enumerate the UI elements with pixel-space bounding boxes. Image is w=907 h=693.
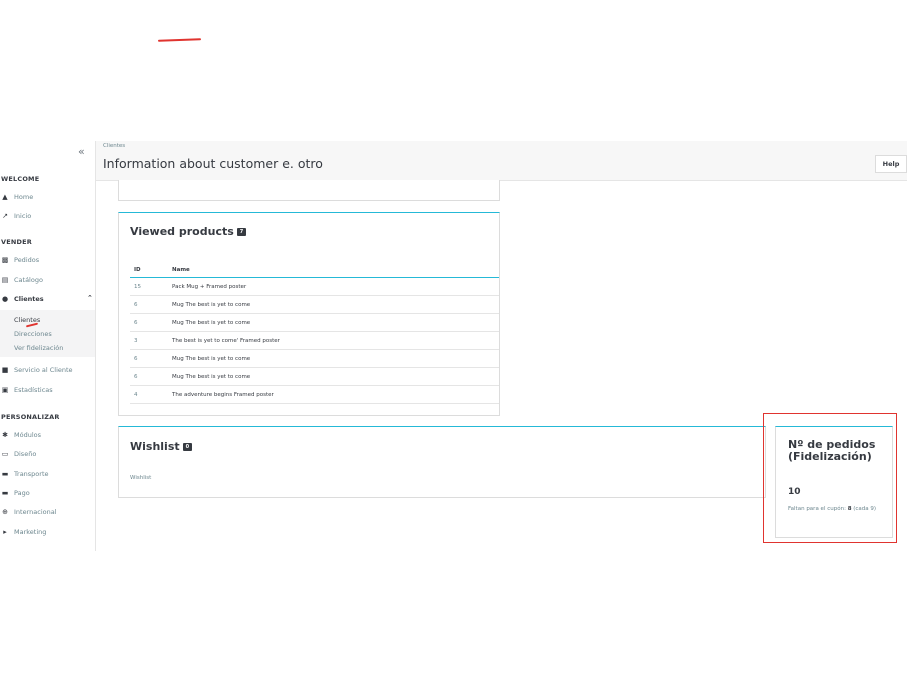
breadcrumb[interactable]: Clientes: [103, 143, 125, 149]
page-title: Information about customer e. otro: [103, 156, 323, 171]
chevron-up-icon: ⌃: [87, 294, 93, 302]
wishlist-title: Wishlist 0: [130, 440, 193, 453]
sidebar-item-label: Pago: [14, 489, 30, 497]
globe-icon: ⊕: [2, 508, 8, 516]
sidebar-item-home[interactable]: ▲ Home: [1, 190, 95, 204]
row-product-name[interactable]: Pack Mug + Framed poster: [171, 277, 499, 296]
row-id: 15: [130, 277, 171, 296]
sidebar-item-internacional[interactable]: ⊕ Internacional: [1, 505, 95, 519]
row-product-name[interactable]: Mug The best is yet to come: [171, 367, 499, 386]
table-row: 6 Mug The best is yet to come: [130, 313, 499, 332]
row-product-name[interactable]: Mug The best is yet to come: [171, 295, 499, 314]
row-product-name[interactable]: The best is yet to come' Framed poster: [171, 331, 499, 350]
sidebar-item-label: Transporte: [14, 470, 49, 478]
chat-icon: ■: [1, 366, 9, 374]
page-header: Clientes Information about customer e. o…: [96, 141, 907, 181]
row-id: 6: [130, 367, 171, 386]
submenu-item-fidelizacion[interactable]: Ver fidelización: [14, 344, 63, 352]
sidebar-item-label: Servicio al Cliente: [14, 366, 73, 374]
sidebar: « WELCOME ▲ Home ↗ Inicio VENDER ▩ Pedid…: [0, 141, 96, 551]
campaign-icon: ▸: [3, 528, 7, 536]
row-id: 6: [130, 349, 171, 368]
sidebar-item-label: Home: [14, 193, 34, 201]
account-circle-icon: ●: [1, 295, 9, 303]
sidebar-item-inicio[interactable]: ↗ Inicio: [1, 209, 95, 223]
sidebar-item-estadisticas[interactable]: ▣ Estadísticas: [1, 383, 95, 397]
column-header-id: ID: [130, 263, 171, 278]
sidebar-item-servicio[interactable]: ■ Servicio al Cliente: [1, 363, 95, 377]
row-id: 3: [130, 331, 171, 350]
submenu-item-direcciones[interactable]: Direcciones: [14, 330, 52, 338]
row-product-name[interactable]: The adventure begins Framed poster: [171, 385, 499, 404]
credit-card-icon: ▬: [1, 489, 9, 497]
table-row: 15 Pack Mug + Framed poster: [130, 277, 499, 296]
collapse-sidebar-button[interactable]: «: [78, 145, 85, 158]
row-id: 6: [130, 313, 171, 332]
previous-card: [118, 180, 500, 201]
sidebar-item-label: Diseño: [14, 450, 37, 458]
sidebar-item-marketing[interactable]: ▸ Marketing: [1, 525, 95, 539]
section-personalizar: PERSONALIZAR: [1, 413, 60, 421]
sidebar-item-label: Estadísticas: [14, 386, 53, 394]
help-button[interactable]: Help: [875, 155, 907, 173]
sidebar-item-catalogo[interactable]: ▤ Catálogo: [1, 273, 95, 287]
sidebar-item-clientes[interactable]: ● Clientes ⌃: [1, 292, 95, 306]
wishlist-card: Wishlist 0 Wishlist: [118, 426, 766, 498]
table-header-row: ID Name: [130, 263, 499, 278]
trending-up-icon: ↗: [2, 212, 8, 220]
row-product-name[interactable]: Mug The best is yet to come: [171, 349, 499, 368]
table-row: 4 The adventure begins Framed poster: [130, 385, 499, 404]
sidebar-item-label: Inicio: [14, 212, 32, 220]
home-icon: ▲: [2, 193, 8, 201]
section-welcome: WELCOME: [1, 175, 40, 183]
sidebar-item-label: Módulos: [14, 431, 41, 439]
wishlist-count-badge: 0: [182, 443, 193, 451]
row-id: 4: [130, 385, 171, 404]
viewed-products-count-badge: 7: [236, 228, 247, 236]
row-id: 6: [130, 295, 171, 314]
sidebar-item-label: Internacional: [14, 508, 57, 516]
viewed-products-title: Viewed products 7: [130, 225, 247, 238]
bar-chart-icon: ▣: [1, 386, 9, 394]
wishlist-title-text: Wishlist: [130, 440, 180, 453]
sidebar-item-label: Marketing: [14, 528, 47, 536]
sidebar-item-pedidos[interactable]: ▩ Pedidos: [1, 253, 95, 267]
truck-icon: ▬: [1, 470, 9, 478]
viewed-products-table: ID Name 15 Pack Mug + Framed poster 6 Mug …: [130, 263, 499, 404]
clientes-submenu: Clientes Direcciones Ver fidelización: [0, 310, 95, 357]
section-vender: VENDER: [1, 238, 32, 246]
desktop-icon: ▭: [1, 450, 9, 458]
sidebar-item-label: Clientes: [14, 295, 44, 303]
table-row: 6 Mug The best is yet to come: [130, 367, 499, 386]
store-icon: ▤: [1, 276, 9, 284]
sidebar-item-modulos[interactable]: ✱ Módulos: [1, 428, 95, 442]
wishlist-empty-text: Wishlist: [130, 475, 152, 481]
sidebar-item-label: Catálogo: [14, 276, 43, 284]
viewed-products-card: Viewed products 7 ID Name 15 Pack Mug + Fr…: [118, 212, 500, 416]
column-header-name: Name: [171, 263, 499, 278]
puzzle-icon: ✱: [2, 431, 8, 439]
row-product-name[interactable]: Mug The best is yet to come: [171, 313, 499, 332]
sidebar-item-pago[interactable]: ▬ Pago: [1, 486, 95, 500]
sidebar-item-label: Pedidos: [14, 256, 40, 264]
annotation-highlight-box: [763, 413, 897, 543]
sidebar-item-diseno[interactable]: ▭ Diseño: [1, 447, 95, 461]
table-row: 6 Mug The best is yet to come: [130, 349, 499, 368]
viewed-products-title-text: Viewed products: [130, 225, 234, 238]
table-row: 3 The best is yet to come' Framed poster: [130, 331, 499, 350]
sidebar-item-transporte[interactable]: ▬ Transporte: [1, 467, 95, 481]
annotation-underline: [157, 38, 202, 42]
shopping-basket-icon: ▩: [1, 256, 9, 264]
table-row: 6 Mug The best is yet to come: [130, 295, 499, 314]
